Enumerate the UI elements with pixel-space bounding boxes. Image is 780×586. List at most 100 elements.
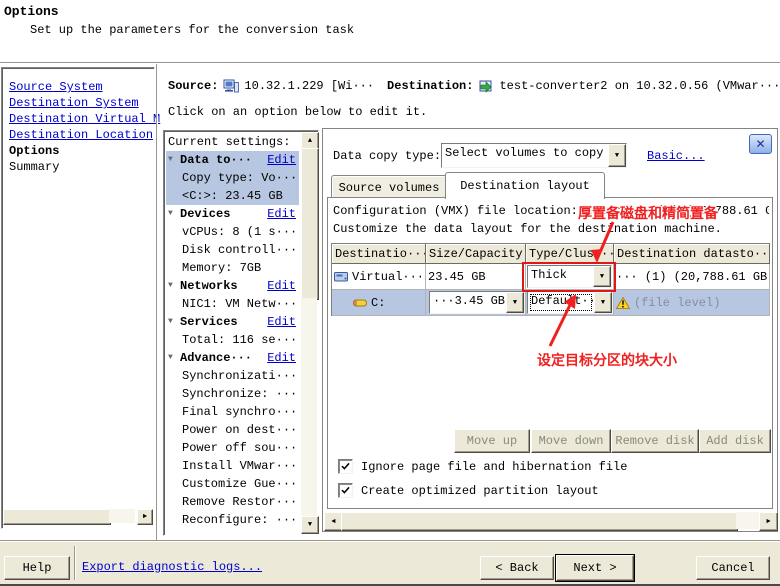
nav-link-source-system[interactable]: Source System	[9, 79, 103, 95]
destination-layout-table: Destinatio··· Size/Capacity Type/Clus···…	[331, 243, 770, 316]
settings-item: Synchronizati···	[166, 367, 299, 385]
edit-data-link[interactable]: Edit	[267, 151, 296, 169]
table-cell-disk-datastore: ··· (1) (20,788.61 GB)	[614, 264, 770, 290]
chevron-down-icon[interactable]: ▼	[608, 144, 626, 167]
data-copy-type-dropdown[interactable]: Select volumes to copy ▼	[441, 143, 627, 168]
check-icon	[341, 486, 350, 495]
tab-destination-layout[interactable]: Destination layout	[445, 172, 605, 199]
settings-item: Power off sou···	[166, 439, 299, 457]
nav-horizontal-scrollbar[interactable]: ►	[3, 509, 151, 523]
destination-label: Destination:	[387, 79, 473, 93]
scroll-right-icon[interactable]: ►	[137, 509, 153, 525]
nav-link-destination-location[interactable]: Destination Location	[9, 127, 153, 143]
settings-group-devices[interactable]: ▼ Devices Edit	[166, 205, 299, 223]
destination-vm-icon	[478, 79, 494, 93]
scrollbar-thumb[interactable]	[301, 148, 319, 300]
collapse-triangle-icon[interactable]: ▼	[168, 277, 180, 295]
scrollbar-track[interactable]	[109, 509, 135, 523]
nav-link-destination-virtual-machine[interactable]: Destination Virtual M	[9, 111, 160, 127]
footer-bar: Help Export diagnostic logs... < Back Ne…	[0, 542, 780, 584]
column-header-destination-datastore[interactable]: Destination datasto···	[614, 244, 770, 264]
settings-group-data-to-copy[interactable]: ▼ Data to··· Edit	[166, 151, 299, 169]
source-value: 10.32.1.229 [Wi···	[244, 79, 374, 93]
warning-icon	[616, 297, 630, 309]
scrollbar-track[interactable]	[301, 298, 317, 516]
table-cell-partition-datastore: (file level)	[614, 290, 770, 316]
add-disk-button[interactable]: Add disk	[699, 429, 771, 453]
scroll-right-icon[interactable]: ►	[759, 512, 778, 531]
scroll-down-icon[interactable]: ▼	[301, 516, 319, 534]
collapse-triangle-icon[interactable]: ▼	[168, 205, 180, 223]
source-label: Source:	[168, 79, 218, 93]
ignore-pagefile-row: Ignore page file and hibernation file	[338, 459, 627, 474]
column-header-size-capacity[interactable]: Size/Capacity	[426, 244, 526, 264]
source-computer-icon	[223, 79, 239, 93]
panel-horizontal-scrollbar[interactable]: ◄ ►	[324, 512, 776, 529]
disk-type-dropdown[interactable]: Thick ▼	[527, 265, 612, 288]
cancel-button[interactable]: Cancel	[696, 556, 770, 580]
scrollbar-thumb[interactable]	[3, 509, 111, 525]
settings-item: <C:>: 23.45 GB	[166, 187, 299, 205]
chevron-down-icon[interactable]: ▼	[506, 292, 524, 313]
settings-vertical-scrollbar[interactable]: ▲ ▼	[301, 132, 317, 532]
partition-size-dropdown[interactable]: ···3.45 GB) ▼	[429, 291, 525, 314]
data-copy-type-label: Data copy type:	[333, 149, 441, 163]
table-row-disk-name[interactable]: Virtual···	[332, 264, 426, 290]
nav-main-separator	[156, 64, 158, 540]
column-header-destination[interactable]: Destinatio···	[332, 244, 426, 264]
export-diagnostic-logs-link[interactable]: Export diagnostic logs...	[82, 560, 262, 574]
partition-icon	[352, 298, 367, 308]
settings-title: Current settings:	[166, 133, 299, 151]
back-button[interactable]: < Back	[480, 556, 554, 580]
destination-value: test-converter2 on 10.32.0.56 (VMwar···	[499, 79, 778, 93]
collapse-triangle-icon[interactable]: ▼	[168, 313, 180, 331]
move-up-button[interactable]: Move up	[454, 429, 530, 453]
chevron-down-icon[interactable]: ▼	[593, 266, 611, 287]
close-panel-button[interactable]: ✕	[749, 134, 772, 154]
edit-advanced-link[interactable]: Edit	[267, 349, 296, 367]
edit-services-link[interactable]: Edit	[267, 313, 296, 331]
scrollbar-thumb[interactable]	[341, 512, 738, 531]
settings-group-services[interactable]: ▼ Services Edit	[166, 313, 299, 331]
table-cell-disk-type: Thick ▼	[526, 264, 614, 290]
virtual-disk-icon	[334, 271, 349, 283]
settings-item: NIC1: VM Netw···	[166, 295, 299, 313]
settings-item: Memory: 7GB	[166, 259, 299, 277]
settings-item: Final synchro···	[166, 403, 299, 421]
next-button-default-ring: Next >	[555, 554, 635, 582]
optimized-partition-checkbox[interactable]	[338, 483, 353, 498]
edit-devices-link[interactable]: Edit	[267, 205, 296, 223]
basic-link[interactable]: Basic...	[647, 149, 705, 163]
help-button[interactable]: Help	[4, 556, 70, 580]
settings-group-networks[interactable]: ▼ Networks Edit	[166, 277, 299, 295]
nav-current-options: Options	[9, 143, 59, 159]
nav-link-destination-system[interactable]: Destination System	[9, 95, 139, 111]
next-button[interactable]: Next >	[556, 555, 634, 581]
move-down-button[interactable]: Move down	[531, 429, 611, 453]
table-row-partition-name[interactable]: C:	[332, 290, 426, 316]
tab-source-volumes[interactable]: Source volumes	[331, 175, 447, 199]
source-destination-bar: Source: 10.32.1.229 [Wi··· Destination: …	[168, 78, 778, 94]
cluster-size-dropdown[interactable]: Default··· ▼	[527, 291, 613, 314]
settings-item: Install VMwar···	[166, 457, 299, 475]
settings-group-advanced[interactable]: ▼ Advance··· Edit	[166, 349, 299, 367]
settings-item: Power on dest···	[166, 421, 299, 439]
customize-layout-line: Customize the data layout for the destin…	[333, 222, 769, 236]
column-header-type-cluster[interactable]: Type/Clus···	[526, 244, 614, 264]
remove-disk-button[interactable]: Remove disk	[611, 429, 699, 453]
collapse-triangle-icon[interactable]: ▼	[168, 151, 180, 169]
settings-item: vCPUs: 8 (1 s···	[166, 223, 299, 241]
nav-item-summary: Summary	[9, 159, 59, 175]
ignore-pagefile-checkbox[interactable]	[338, 459, 353, 474]
table-cell-disk-size: 23.45 GB	[426, 264, 526, 290]
wizard-header: Options Set up the parameters for the co…	[0, 0, 780, 62]
chevron-down-icon[interactable]: ▼	[594, 292, 612, 313]
page-title: Options	[4, 4, 59, 19]
optimized-partition-row: Create optimized partition layout	[338, 483, 599, 498]
table-cell-partition-size: ···3.45 GB) ▼	[426, 290, 526, 316]
nav-panel: Source System Destination System Destina…	[1, 67, 155, 529]
settings-item: Total: 116 se···	[166, 331, 299, 349]
edit-networks-link[interactable]: Edit	[267, 277, 296, 295]
collapse-triangle-icon[interactable]: ▼	[168, 349, 180, 367]
scrollbar-track[interactable]	[736, 512, 759, 529]
